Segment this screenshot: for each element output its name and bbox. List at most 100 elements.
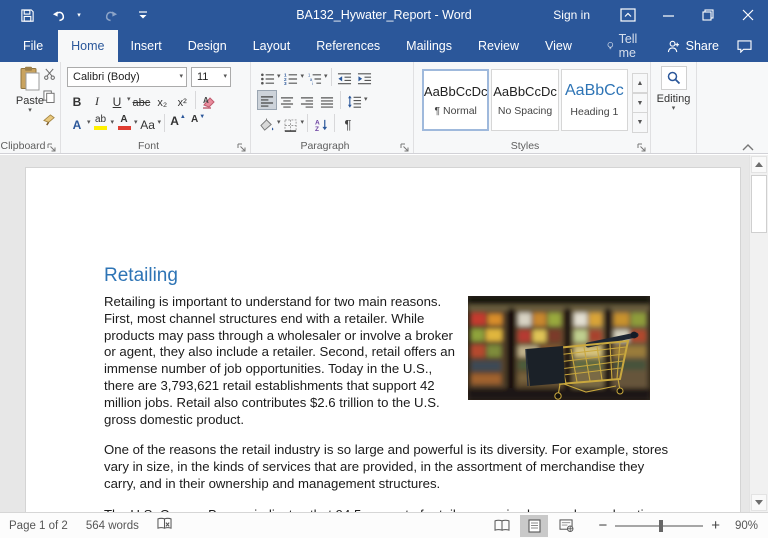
tab-home[interactable]: Home: [58, 30, 118, 62]
tab-layout[interactable]: Layout: [240, 30, 304, 62]
font-size-combobox[interactable]: 11 ▾: [191, 66, 231, 87]
customize-quick-access-icon[interactable]: [134, 6, 152, 24]
proofing-status-icon[interactable]: [157, 517, 172, 534]
line-spacing-dropdown-icon[interactable]: ▾: [364, 96, 368, 103]
decrease-indent-icon[interactable]: [335, 67, 355, 87]
zoom-in-button[interactable]: +: [711, 518, 720, 533]
shrink-font-button[interactable]: A ▼: [188, 113, 208, 133]
tab-review[interactable]: Review: [465, 30, 532, 62]
save-icon[interactable]: [18, 6, 36, 24]
clipboard-dialog-launcher-icon[interactable]: [46, 140, 57, 152]
tab-insert[interactable]: Insert: [118, 30, 175, 62]
align-left-button[interactable]: [257, 89, 277, 110]
underline-button[interactable]: U: [107, 90, 127, 110]
multilevel-dropdown-icon[interactable]: ▾: [324, 73, 328, 80]
restore-button[interactable]: [688, 0, 728, 30]
document-page[interactable]: Retailing Retailing is important to unde…: [25, 167, 741, 512]
zoom-out-button[interactable]: −: [598, 518, 607, 533]
justify-button[interactable]: [317, 90, 337, 110]
tell-me-box[interactable]: Tell me: [595, 30, 655, 62]
page-indicator[interactable]: Page 1 of 2: [9, 520, 68, 532]
strikethrough-button[interactable]: abc: [131, 90, 153, 110]
clear-formatting-button[interactable]: A: [199, 90, 219, 110]
paragraph-dialog-launcher-icon[interactable]: [399, 140, 410, 152]
numbering-icon[interactable]: 123: [281, 67, 301, 87]
editing-button[interactable]: Editing ▾: [655, 66, 693, 112]
highlight-color-button[interactable]: ab: [91, 113, 111, 133]
svg-text:Z: Z: [314, 126, 318, 132]
document-paragraph-1: Retailing is important to understand for…: [104, 294, 674, 428]
sort-icon[interactable]: AZ: [311, 113, 331, 133]
zoom-slider-thumb[interactable]: [659, 519, 664, 532]
sign-in-link[interactable]: Sign in: [535, 8, 608, 22]
superscript-button[interactable]: x²: [172, 90, 192, 110]
minimize-button[interactable]: [648, 0, 688, 30]
scroll-up-icon[interactable]: [751, 156, 767, 173]
collapse-ribbon-icon[interactable]: [742, 139, 756, 151]
undo-icon[interactable]: [50, 6, 68, 24]
zoom-controls: − +: [598, 518, 720, 533]
paste-dropdown-icon[interactable]: ▾: [28, 107, 32, 114]
format-painter-icon[interactable]: [43, 113, 56, 131]
read-mode-icon[interactable]: [488, 515, 516, 537]
zoom-percentage[interactable]: 90%: [724, 520, 758, 532]
scrollbar-thumb[interactable]: [751, 175, 767, 233]
tab-references[interactable]: References: [303, 30, 393, 62]
bold-button[interactable]: B: [67, 90, 87, 110]
font-color-button[interactable]: A: [114, 113, 134, 133]
styles-scroll-down-icon[interactable]: ▼: [632, 93, 649, 113]
comments-icon[interactable]: [731, 30, 768, 62]
vertical-scrollbar[interactable]: [749, 155, 768, 512]
document-canvas: Retailing Retailing is important to unde…: [0, 155, 768, 512]
tab-design[interactable]: Design: [175, 30, 240, 62]
editing-dropdown-icon[interactable]: ▾: [672, 105, 676, 112]
line-spacing-icon[interactable]: [344, 90, 364, 110]
undo-dropdown-icon[interactable]: ▾: [70, 6, 88, 24]
borders-icon[interactable]: [281, 113, 301, 133]
styles-dialog-launcher-icon[interactable]: [636, 140, 647, 152]
lightbulb-icon: [607, 42, 614, 50]
cut-icon[interactable]: [43, 67, 56, 85]
change-case-button[interactable]: Aa: [138, 113, 158, 133]
tab-view[interactable]: View: [532, 30, 585, 62]
align-right-button[interactable]: [297, 90, 317, 110]
search-icon: [660, 66, 687, 90]
shading-icon[interactable]: [257, 113, 277, 133]
align-center-button[interactable]: [277, 90, 297, 110]
bullets-icon[interactable]: [257, 67, 277, 87]
borders-dropdown-icon[interactable]: ▾: [301, 119, 305, 126]
ribbon-spacer: [697, 62, 768, 153]
italic-button[interactable]: I: [87, 90, 107, 110]
tab-mailings[interactable]: Mailings: [393, 30, 465, 62]
paste-clipboard-icon: [20, 66, 40, 91]
multilevel-list-icon[interactable]: 1ai: [304, 67, 324, 87]
text-effects-button[interactable]: A: [67, 113, 87, 133]
style-normal[interactable]: AaBbCcDc ¶ Normal: [422, 69, 490, 131]
print-layout-icon[interactable]: [520, 514, 549, 537]
styles-scroll-up-icon[interactable]: ▲: [632, 73, 649, 93]
font-name-combobox[interactable]: Calibri (Body) ▾: [67, 66, 187, 87]
styles-more-icon[interactable]: ▼: [632, 113, 649, 133]
subscript-button[interactable]: x₂: [152, 90, 172, 110]
increase-indent-icon[interactable]: [355, 67, 375, 87]
change-case-dropdown-icon[interactable]: ▾: [158, 119, 162, 126]
style-no-spacing[interactable]: AaBbCcDc No Spacing: [491, 69, 559, 131]
copy-icon[interactable]: [43, 90, 56, 108]
scroll-down-icon[interactable]: [751, 494, 767, 511]
grow-font-button[interactable]: A ▲: [168, 113, 188, 133]
show-hide-pilcrow-button[interactable]: ¶: [338, 113, 358, 133]
close-button[interactable]: [728, 0, 768, 30]
ribbon-display-options-icon[interactable]: [608, 0, 648, 30]
font-dialog-launcher-icon[interactable]: [236, 140, 247, 152]
font-group: Calibri (Body) ▾ 11 ▾ B I U ▾ abc x₂ x² A …: [61, 62, 251, 153]
share-button[interactable]: Share: [655, 30, 731, 62]
status-bar: Page 1 of 2 564 words − + 90%: [0, 512, 768, 538]
word-count[interactable]: 564 words: [86, 520, 139, 532]
redo-icon[interactable]: [102, 6, 120, 24]
web-layout-icon[interactable]: [552, 515, 580, 537]
styles-group: AaBbCcDc ¶ Normal AaBbCcDc No Spacing Aa…: [414, 62, 651, 153]
zoom-slider[interactable]: [615, 519, 704, 532]
tab-file[interactable]: File: [8, 30, 58, 62]
style-heading-1[interactable]: AaBbCc Heading 1: [560, 69, 629, 131]
grocery-cart-photo[interactable]: [468, 296, 650, 400]
